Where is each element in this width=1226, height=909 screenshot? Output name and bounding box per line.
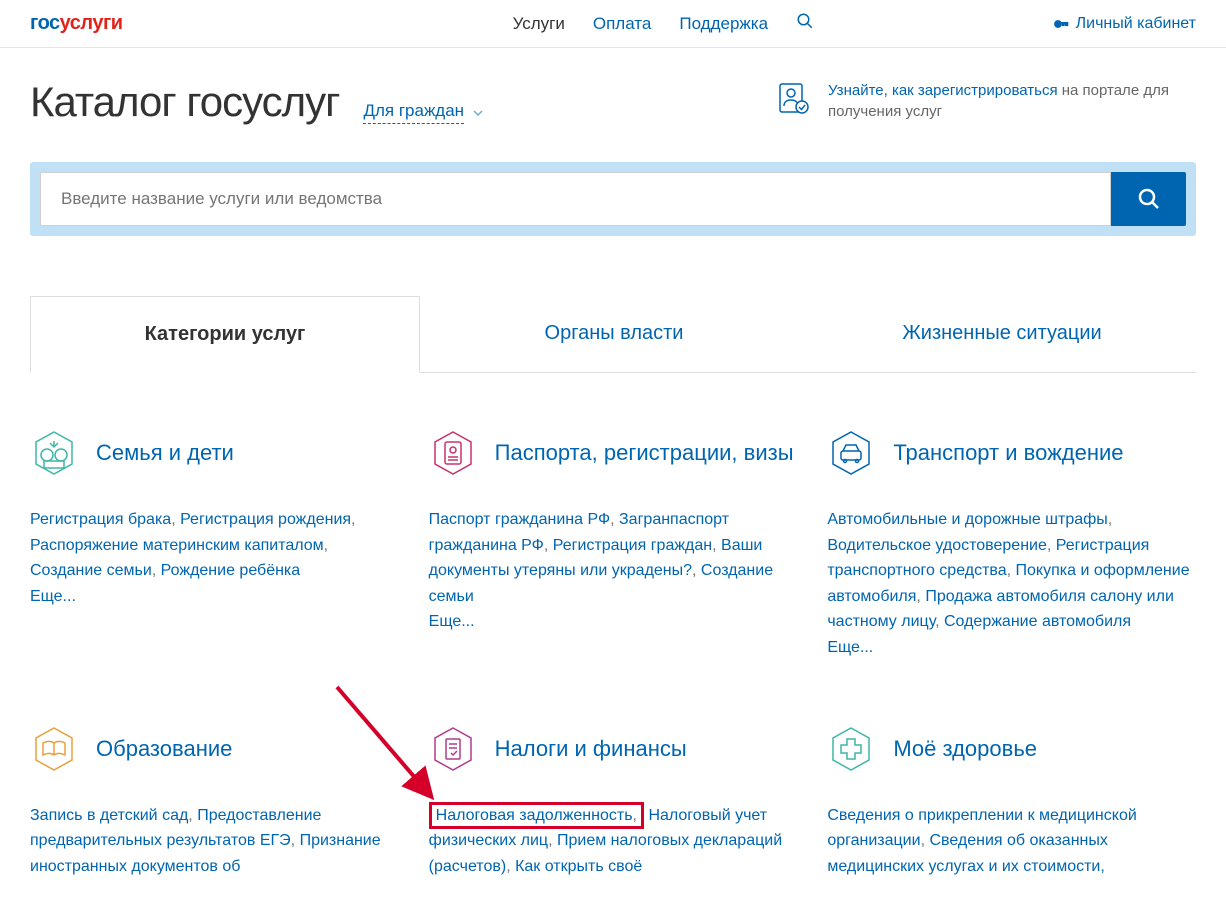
link-item[interactable]: Запись в детский сад [30,807,188,824]
title-row: Каталог госуслуг Для граждан Узнайте, ка… [30,78,1196,126]
categories-grid: Семья и дети Регистрация брака, Регистра… [30,425,1196,879]
link-item[interactable]: Водительское удостоверение [827,537,1047,554]
nav-payment[interactable]: Оплата [593,14,651,34]
category-title[interactable]: Образование [96,735,232,763]
link-item[interactable]: Регистрация рождения [180,511,351,528]
category-health: Моё здоровье Сведения о прикреплении к м… [827,721,1196,880]
chevron-down-icon [470,105,486,121]
nav: Услуги Оплата Поддержка [513,12,814,35]
link-item[interactable]: Создание семьи [30,562,152,579]
book-icon [30,725,78,773]
highlighted-link: Налоговая задолженность, [429,802,644,829]
category-tax: Налоги и финансы Налоговая задолженность… [429,721,798,880]
search-icon[interactable] [796,12,814,35]
header: госуслуги Услуги Оплата Поддержка Личный… [0,0,1226,48]
category-links: Запись в детский сад, Предоставление пре… [30,803,399,880]
category-title[interactable]: Семья и дети [96,439,234,467]
category-links: Автомобильные и дорожные штрафы, Водител… [827,507,1196,661]
filter-dropdown[interactable]: Для граждан [363,101,464,124]
category-title[interactable]: Налоги и финансы [495,735,687,763]
search-bar [30,162,1196,236]
tabs: Категории услуг Органы власти Жизненные … [30,296,1196,373]
passport-icon [429,429,477,477]
category-links: Налоговая задолженность, Налоговый учет … [429,803,798,880]
filter-label: Для граждан [363,101,464,121]
logo-part2: услуги [60,12,123,35]
tab-categories[interactable]: Категории услуг [30,296,420,373]
tab-life-situations[interactable]: Жизненные ситуации [808,296,1196,372]
link-item[interactable]: Распоряжение материнским капиталом [30,537,324,554]
category-links: Регистрация брака, Регистрация рождения,… [30,507,399,609]
tab-authorities[interactable]: Органы власти [420,296,808,372]
link-more[interactable]: Еще... [827,639,873,656]
link-item[interactable]: Рождение ребёнка [161,562,301,579]
page-title: Каталог госуслуг [30,78,339,126]
link-item[interactable]: Регистрация брака [30,511,171,528]
link-item[interactable]: Автомобильные и дорожные штрафы [827,511,1107,528]
category-transport: Транспорт и вождение Автомобильные и дор… [827,425,1196,661]
category-links: Сведения о прикреплении к медицинской ор… [827,803,1196,880]
link-item[interactable]: Паспорт гражданина РФ [429,511,610,528]
category-family: Семья и дети Регистрация брака, Регистра… [30,425,399,661]
register-link[interactable]: Узнайте, как зарегистрироваться [828,82,1058,99]
cabinet-label: Личный кабинет [1076,15,1196,33]
search-input[interactable] [40,172,1111,226]
user-check-icon [776,80,812,116]
search-icon [1137,187,1161,211]
category-title[interactable]: Моё здоровье [893,735,1037,763]
logo-part1: гос [30,12,60,35]
cabinet-link[interactable]: Личный кабинет [1052,15,1196,33]
link-item[interactable]: Как открыть своё [515,858,642,875]
search-button[interactable] [1111,172,1186,226]
link-item[interactable]: Содержание автомобиля [944,613,1131,630]
family-icon [30,429,78,477]
logo[interactable]: госуслуги [30,12,123,35]
link-more[interactable]: Еще... [429,613,475,630]
category-passport: Паспорта, регистрации, визы Паспорт граж… [429,425,798,661]
link-more[interactable]: Еще... [30,588,76,605]
register-hint: Узнайте, как зарегистрироваться на порта… [776,80,1196,122]
link-item[interactable]: Регистрация граждан [553,537,712,554]
category-links: Паспорт гражданина РФ, Загранпаспорт гра… [429,507,798,635]
nav-support[interactable]: Поддержка [679,14,768,34]
link-item[interactable]: Налоговая задолженность [436,807,633,824]
car-icon [827,429,875,477]
medical-cross-icon [827,725,875,773]
red-arrow-icon [329,679,459,809]
category-title[interactable]: Транспорт и вождение [893,439,1123,467]
register-text: Узнайте, как зарегистрироваться на порта… [828,80,1196,122]
nav-services[interactable]: Услуги [513,14,565,34]
category-title[interactable]: Паспорта, регистрации, визы [495,439,794,467]
